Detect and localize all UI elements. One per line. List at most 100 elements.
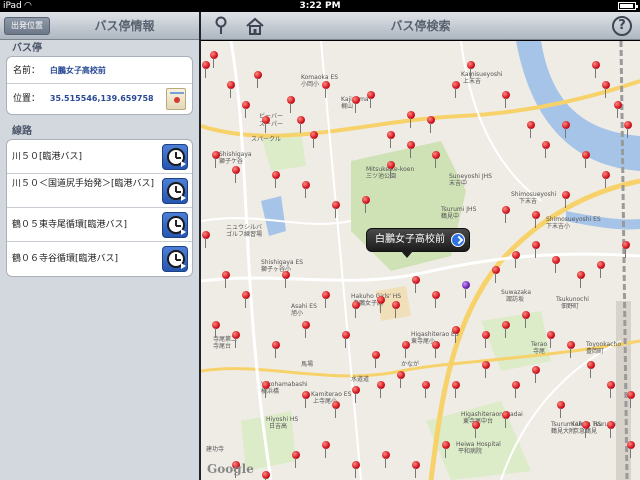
map-view[interactable]: Komaoka ES小岡小Kajiyama梶山ビーバースーパーShishigay… bbox=[201, 41, 640, 480]
bus-stop-pin-icon[interactable] bbox=[231, 331, 241, 349]
bus-stop-pin-icon[interactable] bbox=[209, 51, 219, 69]
bus-stop-pin-icon[interactable] bbox=[561, 191, 571, 209]
bus-stop-pin-icon[interactable] bbox=[531, 241, 541, 259]
bus-stop-pin-icon[interactable] bbox=[331, 401, 341, 419]
bus-stop-pin-icon[interactable] bbox=[581, 151, 591, 169]
bus-stop-pin-icon[interactable] bbox=[391, 301, 401, 319]
bus-stop-pin-icon[interactable] bbox=[211, 321, 221, 339]
bus-stop-pin-icon[interactable] bbox=[576, 271, 586, 289]
bus-stop-pin-icon[interactable] bbox=[481, 361, 491, 379]
bus-stop-pin-icon[interactable] bbox=[621, 241, 631, 259]
bus-stop-pin-icon[interactable] bbox=[351, 301, 361, 319]
bus-stop-pin-icon[interactable] bbox=[531, 366, 541, 384]
bus-stop-pin-icon[interactable] bbox=[296, 116, 306, 134]
bus-stop-pin-icon[interactable] bbox=[371, 351, 381, 369]
bus-stop-pin-icon[interactable] bbox=[511, 251, 521, 269]
bus-stop-pin-icon[interactable] bbox=[351, 96, 361, 114]
bus-stop-pin-icon[interactable] bbox=[581, 421, 591, 439]
home-icon[interactable] bbox=[245, 16, 265, 36]
bus-stop-pin-icon[interactable] bbox=[531, 211, 541, 229]
bus-stop-pin-icon[interactable] bbox=[501, 321, 511, 339]
route-row[interactable]: 鶴０５東寺尾循環[臨港バス] bbox=[7, 208, 192, 242]
bus-stop-pin-icon[interactable] bbox=[431, 341, 441, 359]
bus-stop-pin-icon[interactable] bbox=[386, 161, 396, 179]
bus-stop-pin-icon[interactable] bbox=[623, 121, 633, 139]
bus-stop-pin-icon[interactable] bbox=[201, 231, 211, 249]
bus-stop-pin-icon[interactable] bbox=[241, 291, 251, 309]
bus-stop-pin-icon[interactable] bbox=[231, 166, 241, 184]
bus-stop-pin-icon[interactable] bbox=[481, 331, 491, 349]
bus-stop-pin-icon[interactable] bbox=[271, 341, 281, 359]
bus-stop-pin-icon[interactable] bbox=[376, 381, 386, 399]
bus-stop-pin-icon[interactable] bbox=[521, 311, 531, 329]
timetable-clock-icon[interactable] bbox=[162, 144, 188, 170]
bus-stop-pin-icon[interactable] bbox=[211, 151, 221, 169]
bus-stop-pin-icon[interactable] bbox=[421, 381, 431, 399]
bus-stop-pin-icon[interactable] bbox=[401, 341, 411, 359]
bus-stop-pin-icon[interactable] bbox=[253, 71, 263, 89]
bus-stop-pin-icon[interactable] bbox=[601, 81, 611, 99]
location-pin-icon[interactable] bbox=[211, 16, 231, 36]
bus-stop-pin-icon[interactable] bbox=[451, 81, 461, 99]
route-row[interactable]: 川５０＜国道尻手始発＞[臨港バス] bbox=[7, 174, 192, 208]
start-location-button[interactable]: 出発位置 bbox=[4, 17, 50, 35]
bus-stop-pin-icon[interactable] bbox=[451, 326, 461, 344]
bus-stop-pin-icon[interactable] bbox=[286, 96, 296, 114]
bus-stop-pin-icon[interactable] bbox=[606, 381, 616, 399]
bus-stop-pin-icon[interactable] bbox=[601, 171, 611, 189]
bus-stop-pin-icon[interactable] bbox=[613, 101, 623, 119]
bus-stop-pin-icon[interactable] bbox=[226, 81, 236, 99]
map-icon[interactable] bbox=[166, 88, 186, 110]
bus-stop-pin-icon[interactable] bbox=[281, 271, 291, 289]
bus-stop-pin-icon[interactable] bbox=[301, 181, 311, 199]
bus-stop-pin-icon[interactable] bbox=[586, 361, 596, 379]
bus-stop-pin-icon[interactable] bbox=[431, 151, 441, 169]
bus-stop-pin-icon[interactable] bbox=[376, 296, 386, 314]
bus-stop-pin-icon[interactable] bbox=[261, 381, 271, 399]
bus-stop-pin-icon[interactable] bbox=[366, 91, 376, 109]
bus-stop-pin-icon[interactable] bbox=[561, 121, 571, 139]
bus-stop-pin-icon[interactable] bbox=[426, 116, 436, 134]
timetable-clock-icon[interactable] bbox=[162, 246, 188, 272]
bus-stop-pin-icon[interactable] bbox=[291, 451, 301, 469]
bus-stop-pin-icon[interactable] bbox=[221, 271, 231, 289]
bus-stop-pin-icon[interactable] bbox=[471, 421, 481, 439]
bus-stop-pin-icon[interactable] bbox=[361, 196, 371, 214]
bus-stop-pin-icon[interactable] bbox=[351, 386, 361, 404]
bus-stop-pin-icon[interactable] bbox=[526, 121, 536, 139]
bus-stop-pin-icon[interactable] bbox=[321, 81, 331, 99]
bus-stop-pin-icon[interactable] bbox=[261, 116, 271, 134]
bus-stop-pin-icon[interactable] bbox=[626, 391, 636, 409]
bus-stop-pin-icon[interactable] bbox=[606, 421, 616, 439]
bus-stop-pin-icon[interactable] bbox=[411, 276, 421, 294]
bus-stop-pin-icon[interactable] bbox=[351, 461, 361, 479]
bus-stop-pin-icon[interactable] bbox=[441, 441, 451, 459]
bus-stop-pin-icon[interactable] bbox=[541, 141, 551, 159]
bus-stop-pin-icon[interactable] bbox=[309, 131, 319, 149]
bus-stop-pin-icon[interactable] bbox=[501, 91, 511, 109]
bus-stop-pin-icon[interactable] bbox=[566, 341, 576, 359]
bus-stop-pin-icon[interactable] bbox=[501, 411, 511, 429]
bus-stop-pin-icon[interactable] bbox=[396, 371, 406, 389]
timetable-clock-icon[interactable] bbox=[162, 212, 188, 238]
bus-stop-pin-icon[interactable] bbox=[556, 401, 566, 419]
bus-stop-pin-icon[interactable] bbox=[431, 291, 441, 309]
bus-stop-pin-icon[interactable] bbox=[321, 291, 331, 309]
route-row[interactable]: 鶴０６寺谷循環[臨港バス] bbox=[7, 242, 192, 276]
selected-stop-pin-icon[interactable] bbox=[461, 281, 471, 299]
bus-stop-pin-icon[interactable] bbox=[271, 171, 281, 189]
stop-position-row[interactable]: 位置： 35.515546,139.659758 bbox=[7, 84, 192, 114]
bus-stop-pin-icon[interactable] bbox=[321, 441, 331, 459]
bus-stop-pin-icon[interactable] bbox=[511, 381, 521, 399]
bus-stop-pin-icon[interactable] bbox=[301, 391, 311, 409]
bus-stop-pin-icon[interactable] bbox=[341, 331, 351, 349]
bus-stop-pin-icon[interactable] bbox=[381, 451, 391, 469]
bus-stop-pin-icon[interactable] bbox=[551, 256, 561, 274]
bus-stop-pin-icon[interactable] bbox=[386, 131, 396, 149]
bus-stop-pin-icon[interactable] bbox=[501, 206, 511, 224]
bus-stop-pin-icon[interactable] bbox=[406, 111, 416, 129]
selected-stop-callout[interactable]: 白鵬女子高校前 bbox=[366, 228, 470, 258]
bus-stop-pin-icon[interactable] bbox=[591, 61, 601, 79]
bus-stop-pin-icon[interactable] bbox=[301, 321, 311, 339]
bus-stop-pin-icon[interactable] bbox=[331, 201, 341, 219]
